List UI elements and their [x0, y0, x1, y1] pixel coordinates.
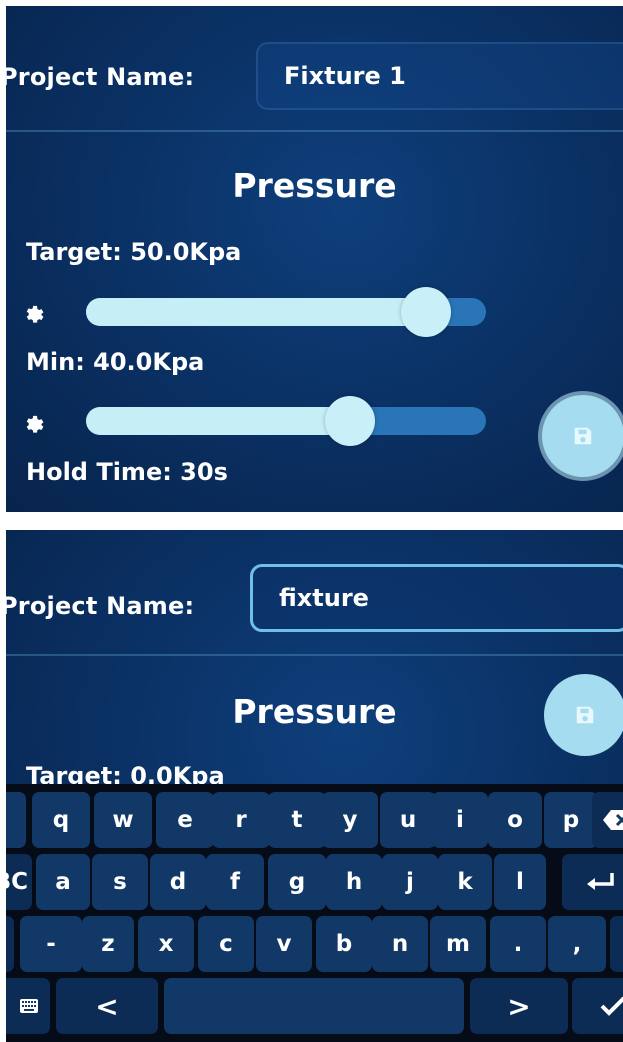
key-x[interactable]: x	[138, 916, 194, 972]
key-c[interactable]: c	[198, 916, 254, 972]
on-screen-keyboard: q w e r t y u i o p ABC a s d f g h j k …	[6, 784, 623, 1042]
key-v[interactable]: v	[256, 916, 312, 972]
key-r[interactable]: r	[212, 792, 270, 848]
key-l[interactable]: l	[494, 854, 546, 910]
key-space[interactable]	[164, 978, 464, 1034]
key-enter[interactable]	[562, 854, 623, 910]
key-j[interactable]: j	[382, 854, 438, 910]
save-button[interactable]	[544, 674, 623, 756]
gear-icon[interactable]	[25, 414, 47, 436]
key-dash[interactable]: -	[20, 916, 82, 972]
project-name-input[interactable]: fixture	[250, 564, 623, 632]
gear-icon[interactable]	[25, 304, 47, 326]
key-b[interactable]: b	[316, 916, 372, 972]
key-k[interactable]: k	[438, 854, 492, 910]
key-m[interactable]: m	[430, 916, 486, 972]
save-icon	[574, 427, 592, 445]
key-abc[interactable]: ABC	[6, 854, 32, 910]
save-icon	[576, 706, 594, 724]
key-z[interactable]: z	[82, 916, 134, 972]
key-tab[interactable]	[6, 792, 26, 848]
settings-screen-top: Project Name: Fixture 1 Pressure Target:…	[6, 6, 623, 512]
key-t[interactable]: t	[268, 792, 326, 848]
target-slider-fill	[86, 298, 426, 326]
backspace-icon	[603, 810, 623, 830]
key-extra[interactable]	[610, 916, 623, 972]
key-period[interactable]: .	[490, 916, 546, 972]
target-label: Target: 50.0Kpa	[26, 238, 242, 266]
key-g[interactable]: g	[268, 854, 326, 910]
check-icon	[600, 996, 623, 1016]
project-name-label: Project Name:	[6, 592, 195, 620]
keyboard-icon	[20, 999, 38, 1013]
divider	[6, 130, 623, 132]
key-i[interactable]: i	[432, 792, 488, 848]
project-name-field[interactable]: Fixture 1	[256, 42, 623, 110]
hold-time-label: Hold Time: 30s	[26, 458, 228, 486]
key-d[interactable]: d	[150, 854, 206, 910]
min-slider-fill	[86, 407, 350, 435]
save-button[interactable]	[542, 395, 623, 477]
target-slider[interactable]	[86, 287, 486, 337]
key-f[interactable]: f	[206, 854, 264, 910]
settings-screen-bottom: Project Name: fixture Pressure Target: 0…	[6, 530, 623, 1042]
key-cursor-left[interactable]: <	[56, 978, 158, 1034]
key-y[interactable]: y	[322, 792, 378, 848]
project-name-label: Project Name:	[6, 63, 195, 91]
target-slider-knob[interactable]	[401, 287, 451, 337]
key-cursor-right[interactable]: >	[470, 978, 568, 1034]
section-title-pressure: Pressure	[232, 692, 397, 731]
enter-icon	[587, 873, 614, 890]
key-backspace[interactable]	[592, 792, 623, 848]
min-slider-knob[interactable]	[325, 396, 375, 446]
key-s[interactable]: s	[92, 854, 148, 910]
key-e[interactable]: e	[156, 792, 214, 848]
min-slider[interactable]	[86, 396, 486, 446]
min-label: Min: 40.0Kpa	[26, 348, 205, 376]
key-a[interactable]: a	[36, 854, 90, 910]
key-shift[interactable]	[6, 916, 14, 972]
key-n[interactable]: n	[372, 916, 428, 972]
key-done[interactable]	[572, 978, 623, 1034]
section-title-pressure: Pressure	[232, 166, 397, 205]
key-p[interactable]: p	[544, 792, 598, 848]
key-o[interactable]: o	[488, 792, 542, 848]
key-u[interactable]: u	[380, 792, 436, 848]
key-comma[interactable]: ,	[548, 916, 606, 972]
key-w[interactable]: w	[94, 792, 152, 848]
key-keyboard-switch[interactable]	[6, 978, 50, 1034]
key-q[interactable]: q	[32, 792, 90, 848]
divider	[6, 654, 623, 656]
key-h[interactable]: h	[326, 854, 382, 910]
